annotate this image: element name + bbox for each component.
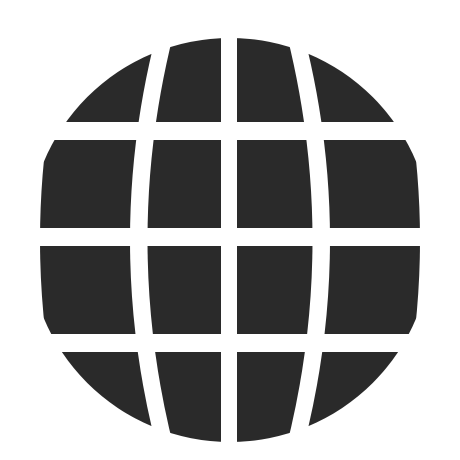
globe-canvas (0, 0, 460, 460)
globe-icon (28, 38, 432, 442)
meridian-line (221, 38, 237, 442)
globe-body (28, 38, 432, 442)
